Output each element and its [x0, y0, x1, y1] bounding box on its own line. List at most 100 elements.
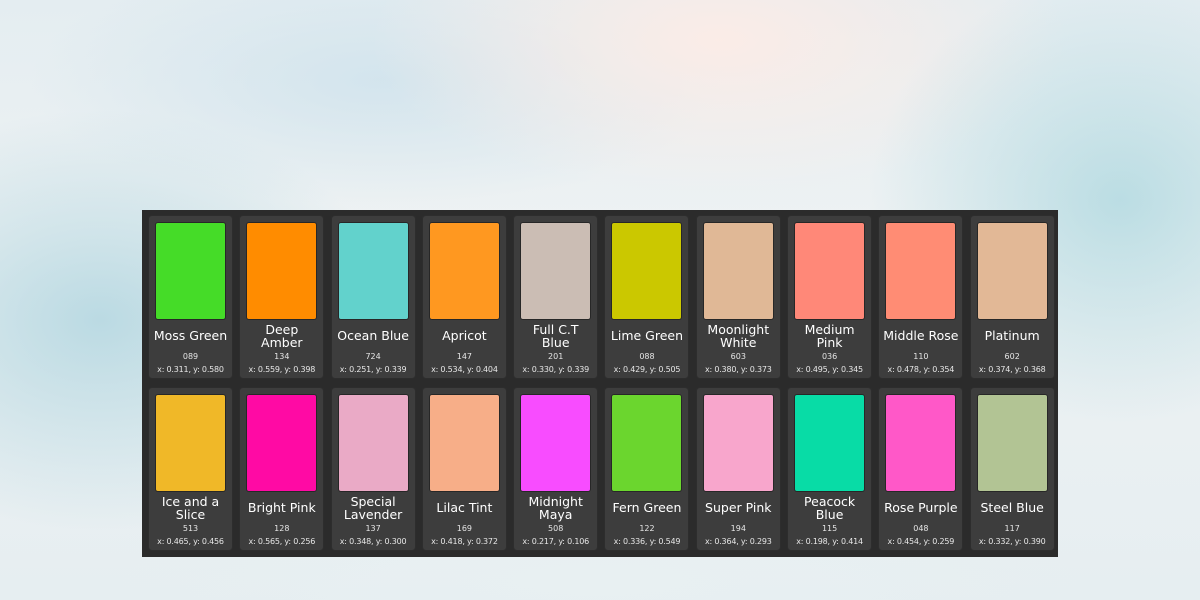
swatch-card[interactable]: Super Pink 194 x: 0.364, y: 0.293 [695, 387, 781, 551]
swatch-name: Moss Green [153, 328, 228, 344]
swatch-card[interactable]: Peacock Blue 115 x: 0.198, y: 0.414 [787, 387, 873, 551]
swatch-card[interactable]: Ice and a Slice 513 x: 0.465, y: 0.456 [148, 387, 233, 551]
swatch-card[interactable]: Bright Pink 128 x: 0.565, y: 0.256 [239, 387, 325, 551]
swatch-name: Rose Purple [884, 500, 958, 516]
swatch-card[interactable]: Platinum 602 x: 0.374, y: 0.368 [969, 215, 1055, 379]
swatch-code: 089 [182, 352, 199, 361]
swatch-name: Super Pink [705, 500, 772, 516]
color-swatch[interactable] [612, 395, 682, 491]
swatch-name: Steel Blue [980, 500, 1044, 516]
color-swatch[interactable] [977, 395, 1047, 491]
swatch-coordinates: x: 0.454, y: 0.259 [887, 537, 955, 546]
swatch-code: 169 [456, 524, 473, 533]
swatch-code: 602 [1004, 352, 1020, 361]
swatch-coordinates: x: 0.559, y: 0.398 [248, 365, 316, 374]
color-swatch[interactable] [156, 395, 225, 491]
swatch-card[interactable]: Middle Rose 110 x: 0.478, y: 0.354 [878, 215, 964, 379]
swatch-card[interactable]: Lilac Tint 169 x: 0.418, y: 0.372 [421, 387, 507, 551]
swatch-card[interactable]: Special Lavender 137 x: 0.348, y: 0.300 [330, 387, 416, 551]
swatch-coordinates: x: 0.330, y: 0.339 [522, 365, 590, 374]
swatch-coordinates: x: 0.380, y: 0.373 [704, 365, 772, 374]
swatch-card[interactable]: Rose Purple 048 x: 0.454, y: 0.259 [878, 387, 964, 551]
swatch-card[interactable]: Moss Green 089 x: 0.311, y: 0.580 [148, 215, 233, 379]
swatch-card[interactable]: Midnight Maya 508 x: 0.217, y: 0.106 [513, 387, 599, 551]
swatch-name: Peacock Blue [804, 493, 856, 522]
swatch-coordinates: x: 0.364, y: 0.293 [704, 537, 772, 546]
swatch-card[interactable]: Deep Amber 134 x: 0.559, y: 0.398 [239, 215, 325, 379]
color-swatch[interactable] [429, 223, 499, 319]
swatch-code: 115 [821, 524, 838, 533]
swatch-code: 147 [456, 352, 473, 361]
swatch-code: 194 [730, 524, 746, 533]
color-swatch[interactable] [795, 223, 865, 319]
swatch-code: 088 [639, 352, 655, 361]
swatch-name: Ice and a Slice [161, 493, 220, 522]
swatch-code: 603 [730, 352, 746, 361]
swatch-coordinates: x: 0.336, y: 0.549 [613, 537, 681, 546]
swatch-coordinates: x: 0.465, y: 0.456 [157, 537, 224, 546]
swatch-coordinates: x: 0.429, y: 0.505 [613, 365, 681, 374]
swatch-card[interactable]: Apricot 147 x: 0.534, y: 0.404 [421, 215, 507, 379]
swatch-code: 508 [548, 524, 564, 533]
swatch-code: 122 [639, 524, 655, 533]
swatch-coordinates: x: 0.332, y: 0.390 [978, 537, 1046, 546]
color-swatch[interactable] [521, 395, 591, 491]
swatch-name: Medium Pink [804, 321, 855, 350]
swatch-name: Special Lavender [343, 493, 403, 522]
swatch-coordinates: x: 0.495, y: 0.345 [796, 365, 863, 374]
swatch-coordinates: x: 0.534, y: 0.404 [431, 365, 498, 374]
swatch-coordinates: x: 0.565, y: 0.256 [248, 537, 316, 546]
swatch-card[interactable]: Lime Green 088 x: 0.429, y: 0.505 [604, 215, 690, 379]
color-swatch[interactable] [247, 395, 317, 491]
swatch-card[interactable]: Ocean Blue 724 x: 0.251, y: 0.339 [330, 215, 416, 379]
swatch-card[interactable]: Full C.T Blue 201 x: 0.330, y: 0.339 [513, 215, 599, 379]
swatch-code: 137 [365, 524, 381, 533]
color-swatch[interactable] [429, 395, 499, 491]
swatch-code: 128 [274, 524, 290, 533]
swatch-name: Lilac Tint [436, 500, 493, 516]
swatch-coordinates: x: 0.251, y: 0.339 [339, 365, 407, 374]
swatch-grid: Moss Green 089 x: 0.311, y: 0.580 Deep Amb… [148, 215, 1055, 551]
swatch-coordinates: x: 0.217, y: 0.106 [522, 537, 590, 546]
color-swatch[interactable] [703, 395, 773, 491]
swatch-code: 110 [913, 352, 929, 361]
swatch-code: 201 [548, 352, 564, 361]
swatch-coordinates: x: 0.348, y: 0.300 [339, 537, 407, 546]
color-swatch[interactable] [977, 223, 1047, 319]
swatch-name: Bright Pink [247, 500, 316, 516]
swatch-coordinates: x: 0.478, y: 0.354 [887, 365, 955, 374]
swatch-name: Platinum [984, 328, 1040, 344]
color-swatch[interactable] [338, 223, 408, 319]
swatch-coordinates: x: 0.198, y: 0.414 [796, 537, 863, 546]
color-swatch[interactable] [703, 223, 773, 319]
color-swatch[interactable] [886, 223, 956, 319]
swatch-card[interactable]: Moonlight White 603 x: 0.380, y: 0.373 [695, 215, 781, 379]
swatch-code: 724 [365, 352, 381, 361]
swatch-name: Ocean Blue [337, 328, 409, 344]
swatch-coordinates: x: 0.374, y: 0.368 [978, 365, 1046, 374]
swatch-coordinates: x: 0.311, y: 0.580 [157, 365, 224, 374]
swatch-code: 048 [913, 524, 929, 533]
color-swatch[interactable] [521, 223, 591, 319]
swatch-card[interactable]: Steel Blue 117 x: 0.332, y: 0.390 [969, 387, 1055, 551]
swatch-name: Fern Green [612, 500, 682, 516]
color-swatch[interactable] [247, 223, 317, 319]
color-swatch[interactable] [612, 223, 682, 319]
swatch-name: Midnight Maya [528, 493, 583, 522]
swatch-panel: Moss Green 089 x: 0.311, y: 0.580 Deep Amb… [142, 210, 1058, 557]
swatch-code: 513 [182, 524, 199, 533]
swatch-name: Full C.T Blue [532, 321, 579, 350]
swatch-name: Middle Rose [883, 328, 959, 344]
swatch-card[interactable]: Medium Pink 036 x: 0.495, y: 0.345 [787, 215, 873, 379]
swatch-name: Lime Green [610, 328, 684, 344]
swatch-name: Deep Amber [261, 321, 303, 350]
color-swatch[interactable] [338, 395, 408, 491]
color-swatch[interactable] [795, 395, 865, 491]
swatch-name: Apricot [442, 328, 487, 344]
swatch-code: 134 [274, 352, 290, 361]
swatch-code: 036 [821, 352, 838, 361]
color-swatch[interactable] [886, 395, 956, 491]
color-swatch[interactable] [156, 223, 225, 319]
swatch-card[interactable]: Fern Green 122 x: 0.336, y: 0.549 [604, 387, 690, 551]
swatch-coordinates: x: 0.418, y: 0.372 [431, 537, 498, 546]
